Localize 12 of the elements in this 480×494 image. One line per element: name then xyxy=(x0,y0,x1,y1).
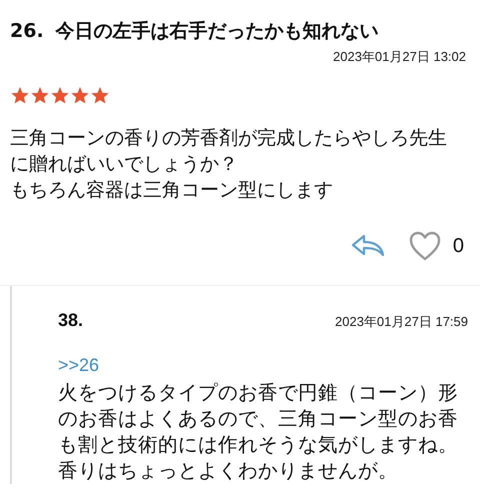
like-count: 0 xyxy=(452,234,464,258)
reply-body: 火をつけるタイプのお香で円錐（コーン）形のお香はよくあるので、三角コーン型のお香も割と技術的には作れそうな気がしますね。香りはちょっとよくわかりませんが。 xyxy=(58,380,459,484)
post-date: 2023年01月27日 13:02 xyxy=(333,48,466,66)
reply-date: 2023年01月27日 17:59 xyxy=(335,313,468,331)
reply-icon[interactable] xyxy=(350,233,385,259)
reply-anchor-link[interactable]: >>26 xyxy=(58,355,100,375)
post-title: 今日の左手は右手だったかも知れない xyxy=(56,19,379,44)
reply-number: 38. xyxy=(58,310,84,331)
post-number: 26. xyxy=(10,20,44,42)
heart-icon[interactable] xyxy=(408,231,441,261)
post-paragraph: もちろん容器は三角コーン型にします xyxy=(10,178,334,203)
post-paragraph: 三角コーンの香りの芳香剤が完成したらやしろ先生に贈ればいいでしょうか？ xyxy=(10,126,448,177)
